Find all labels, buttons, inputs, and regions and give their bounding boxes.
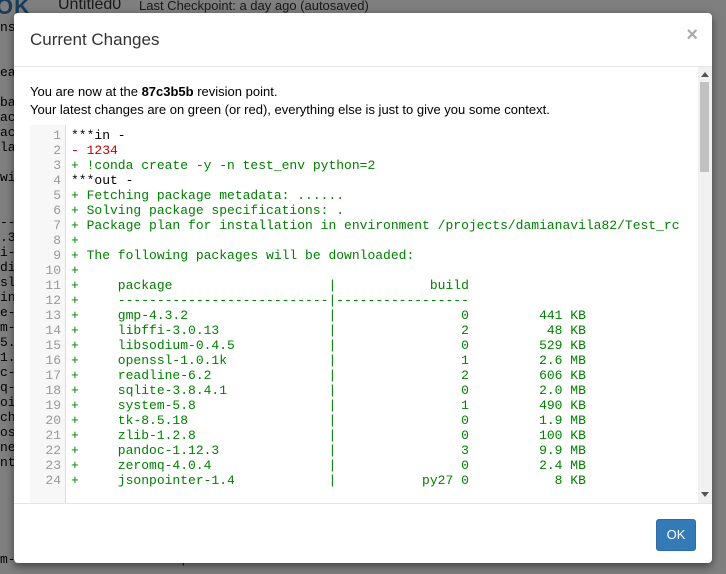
diff-line-text: + (71, 263, 79, 278)
line-number: 11 (45, 278, 61, 293)
diff-line: 17 + readline-6.2 | 2 606 KB (30, 368, 696, 383)
line-number: 8 (53, 233, 61, 248)
diff-line-text: + zlib-1.2.8 | 0 100 KB (71, 428, 586, 443)
modal-title: Current Changes (30, 30, 160, 49)
diff-line: 13 + gmp-4.3.2 | 0 441 KB (30, 308, 696, 323)
line-number: 2 (53, 143, 61, 158)
scroll-up-icon[interactable] (701, 72, 709, 77)
diff-line-text: + Fetching package metadata: ...... (71, 188, 345, 203)
revision-intro: You are now at the 87c3b5b revision poin… (30, 83, 550, 119)
intro-suffix: revision point. (193, 84, 278, 99)
intro-line-2: Your latest changes are on green (or red… (30, 102, 550, 117)
scrollbar-thumb[interactable] (700, 82, 709, 172)
line-number: 5 (53, 188, 61, 203)
diff-viewer: 1 ***in - 2 - 1234 3 + !conda create -y -n te… (30, 125, 696, 503)
line-number: 19 (45, 398, 61, 413)
diff-line: 4 ***out - (30, 173, 696, 188)
diff-line: 23 + zeromq-4.0.4 | 0 2.4 MB (30, 458, 696, 473)
diff-line-text: ***in - (71, 128, 126, 143)
line-number: 12 (45, 293, 61, 308)
diff-line-text: + zeromq-4.0.4 | 0 2.4 MB (71, 458, 586, 473)
ok-button[interactable]: OK (656, 519, 696, 551)
diff-line: 8 + (30, 233, 696, 248)
line-number: 4 (53, 173, 61, 188)
diff-line: 10 + (30, 263, 696, 278)
revision-hash: 87c3b5b (141, 84, 194, 99)
modal-footer: OK (14, 503, 712, 564)
diff-line: 5 + Fetching package metadata: ...... (30, 188, 696, 203)
diff-line-text: + jsonpointer-1.4 | py27 0 8 KB (71, 473, 586, 488)
modal-scroll-content: You are now at the 87c3b5b revision poin… (14, 67, 696, 503)
diff-line: 2 - 1234 (30, 143, 696, 158)
diff-line-text: + ---------------------------|----------… (71, 293, 469, 308)
modal-body: You are now at the 87c3b5b revision poin… (14, 67, 712, 503)
diff-line: 11 + package | build (30, 278, 696, 293)
diff-line-text: + gmp-4.3.2 | 0 441 KB (71, 308, 586, 323)
diff-line-text: + libsodium-0.4.5 | 0 529 KB (71, 338, 586, 353)
diff-line-text: ***out - (71, 173, 134, 188)
diff-line: 1 ***in - (30, 128, 696, 143)
diff-line: 20 + tk-8.5.18 | 0 1.9 MB (30, 413, 696, 428)
diff-line: 22 + pandoc-1.12.3 | 3 9.9 MB (30, 443, 696, 458)
diff-line: 6 + Solving package specifications: . (30, 203, 696, 218)
diff-line-text: + libffi-3.0.13 | 2 48 KB (71, 323, 586, 338)
line-number: 1 (53, 128, 61, 143)
line-number: 3 (53, 158, 61, 173)
diff-line: 15 + libsodium-0.4.5 | 0 529 KB (30, 338, 696, 353)
diff-line-text: + sqlite-3.8.4.1 | 0 2.0 MB (71, 383, 586, 398)
diff-line: 18 + sqlite-3.8.4.1 | 0 2.0 MB (30, 383, 696, 398)
close-icon[interactable]: × (686, 25, 698, 45)
line-number: 17 (45, 368, 61, 383)
line-number: 24 (45, 473, 61, 488)
diff-line-text: + system-5.8 | 1 490 KB (71, 398, 586, 413)
line-number: 22 (45, 443, 61, 458)
line-number: 14 (45, 323, 61, 338)
scroll-down-icon[interactable] (701, 492, 709, 497)
line-number: 15 (45, 338, 61, 353)
diff-line-text: + openssl-1.0.1k | 1 2.6 MB (71, 353, 586, 368)
modal-header: Current Changes × (14, 13, 712, 67)
line-number: 23 (45, 458, 61, 473)
diff-line: 21 + zlib-1.2.8 | 0 100 KB (30, 428, 696, 443)
diff-line-text: + Package plan for installation in envir… (71, 218, 680, 233)
line-number: 16 (45, 353, 61, 368)
diff-line: 14 + libffi-3.0.13 | 2 48 KB (30, 323, 696, 338)
line-number: 20 (45, 413, 61, 428)
diff-line: 7 + Package plan for installation in envi… (30, 218, 696, 233)
line-number: 10 (45, 263, 61, 278)
diff-line-text: + package | build (71, 278, 469, 293)
diff-line-text: + The following packages will be downloa… (71, 248, 415, 263)
diff-line: 16 + openssl-1.0.1k | 1 2.6 MB (30, 353, 696, 368)
diff-line-text: + !conda create -y -n test_env python=2 (71, 158, 376, 173)
current-changes-dialog: Current Changes × You are now at the 87c… (14, 13, 712, 563)
intro-prefix: You are now at the (30, 84, 142, 99)
diff-line-text: + tk-8.5.18 | 0 1.9 MB (71, 413, 586, 428)
line-number: 6 (53, 203, 61, 218)
line-number: 7 (53, 218, 61, 233)
diff-line-text: + Solving package specifications: . (71, 203, 345, 218)
line-number: 9 (53, 248, 61, 263)
diff-line: 12 + ---------------------------|--------… (30, 293, 696, 308)
line-number: 18 (45, 383, 61, 398)
diff-line: 3 + !conda create -y -n test_env python=2 (30, 158, 696, 173)
line-number: 21 (45, 428, 61, 443)
diff-line-text: + (71, 233, 79, 248)
diff-line: 24 + jsonpointer-1.4 | py27 0 8 KB (30, 473, 696, 488)
diff-line-text: - 1234 (71, 143, 118, 158)
diff-line-text: + pandoc-1.12.3 | 3 9.9 MB (71, 443, 586, 458)
diff-line: 9 + The following packages will be downlo… (30, 248, 696, 263)
vertical-scrollbar[interactable] (698, 67, 712, 503)
diff-line-text: + readline-6.2 | 2 606 KB (71, 368, 586, 383)
diff-line: 19 + system-5.8 | 1 490 KB (30, 398, 696, 413)
line-number: 13 (45, 308, 61, 323)
